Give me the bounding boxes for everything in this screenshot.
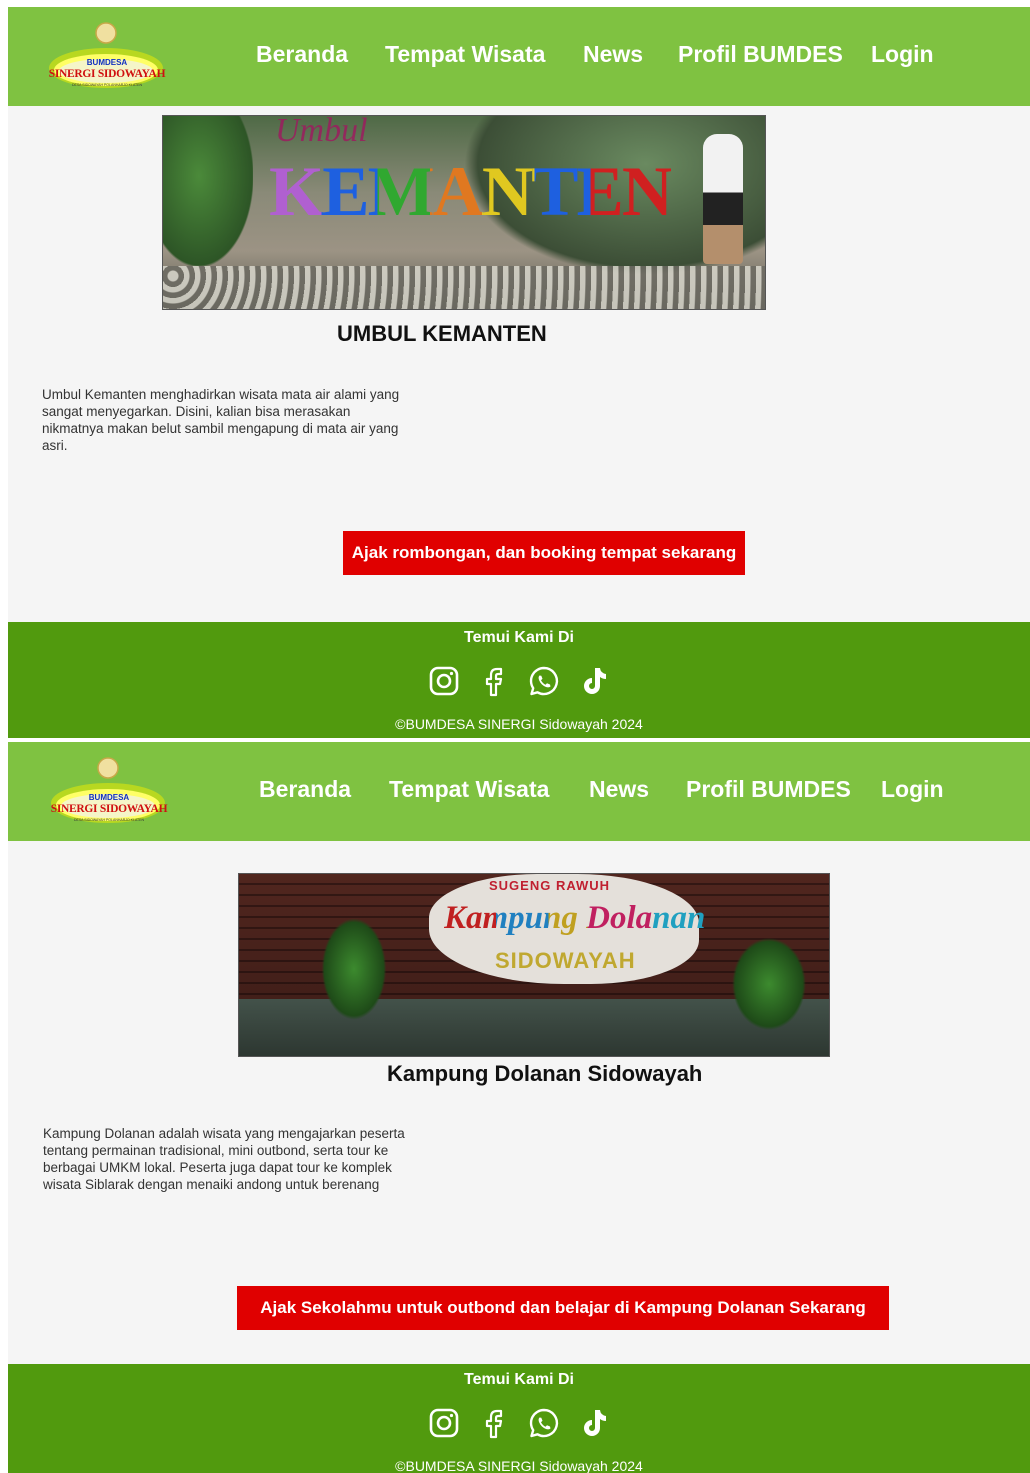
nav-news[interactable]: News (589, 776, 649, 803)
nav-beranda[interactable]: Beranda (256, 41, 348, 68)
tiktok-icon[interactable] (578, 1407, 610, 1439)
sign-sidowayah-text: SIDOWAYAH (495, 948, 636, 973)
nav-profil-bumdes[interactable]: Profil BUMDES (678, 41, 843, 68)
nav-news[interactable]: News (583, 41, 643, 68)
logo-main-text: SINERGI SIDOWAYAH (50, 803, 168, 815)
outbond-cta-button[interactable]: Ajak Sekolahmu untuk outbond dan belajar… (237, 1286, 889, 1330)
facebook-icon[interactable] (478, 1407, 510, 1439)
hero-image-kampung-dolanan: SUGENG RAWUH Kampung Dolanan SIDOWAYAH (238, 873, 830, 1057)
destination-title: UMBUL KEMANTEN (337, 321, 547, 346)
whatsapp-icon[interactable] (528, 1407, 560, 1439)
footer: Temui Kami Di ©BUMDESA SINERGI Sidowayah… (8, 622, 1030, 738)
plant-right (729, 934, 809, 1034)
booking-cta-button[interactable]: Ajak rombongan, dan booking tempat sekar… (343, 531, 745, 575)
nav-tempat-wisata[interactable]: Tempat Wisata (389, 776, 549, 803)
whatsapp-icon[interactable] (528, 665, 560, 697)
tiktok-icon[interactable] (578, 665, 610, 697)
bumdesa-logo[interactable]: BUMDESA SINERGI SIDOWAYAH DESA SIDOWAYAH… (48, 21, 168, 93)
nav-profil-bumdes[interactable]: Profil BUMDES (686, 776, 851, 803)
stone-border (163, 266, 765, 309)
destination-description: Kampung Dolanan adalah wisata yang menga… (43, 1126, 405, 1192)
footer-heading: Temui Kami Di (464, 629, 574, 646)
nav-tempat-wisata[interactable]: Tempat Wisata (385, 41, 545, 68)
logo-top-text: BUMDESA (86, 58, 128, 67)
destination-description: Umbul Kemanten menghadirkan wisata mata … (42, 387, 400, 453)
copyright: ©BUMDESA SINERGI Sidowayah 2024 (395, 1458, 643, 1473)
nav-login[interactable]: Login (871, 41, 934, 68)
hero-image-umbul-kemanten: Umbul KEMANTEN (162, 115, 766, 310)
plant-left (319, 914, 389, 1024)
footer-heading: Temui Kami Di (464, 1371, 574, 1388)
trees-left (163, 116, 253, 266)
logo-sub-text: DESA SIDOWAYAH POLANHARJO KLATEN (71, 83, 143, 87)
footer: Temui Kami Di ©BUMDESA SINERGI Sidowayah… (8, 1364, 1030, 1473)
logo-top-text: BUMDESA (88, 793, 130, 802)
sign-kampung-dolanan-text: Kampung Dolanan (444, 900, 706, 936)
navbar: BUMDESA SINERGI SIDOWAYAH DESA SIDOWAYAH… (8, 7, 1030, 106)
sign-kemanten-text: KEMANTEN (269, 153, 673, 231)
tour-page-umbul-kemanten: BUMDESA SINERGI SIDOWAYAH DESA SIDOWAYAH… (8, 7, 1030, 738)
navbar: BUMDESA SINERGI SIDOWAYAH DESA SIDOWAYAH… (8, 742, 1030, 841)
tour-page-kampung-dolanan: BUMDESA SINERGI SIDOWAYAH DESA SIDOWAYAH… (8, 742, 1030, 1473)
instagram-icon[interactable] (428, 665, 460, 697)
social-icons (8, 1407, 1030, 1439)
logo-main-text: SINERGI SIDOWAYAH (48, 68, 166, 80)
instagram-icon[interactable] (428, 1407, 460, 1439)
copyright: ©BUMDESA SINERGI Sidowayah 2024 (395, 716, 643, 732)
social-icons (8, 665, 1030, 697)
visitor-figure (703, 134, 743, 264)
sign-umbul-text: Umbul (275, 115, 368, 149)
sign-sugeng-rawuh-text: SUGENG RAWUH (489, 878, 611, 893)
destination-title: Kampung Dolanan Sidowayah (387, 1061, 703, 1086)
bumdesa-logo[interactable]: BUMDESA SINERGI SIDOWAYAH DESA SIDOWAYAH… (50, 756, 170, 828)
facebook-icon[interactable] (478, 665, 510, 697)
logo-sub-text: DESA SIDOWAYAH POLANHARJO KLATEN (73, 818, 145, 822)
nav-login[interactable]: Login (881, 776, 944, 803)
nav-beranda[interactable]: Beranda (259, 776, 351, 803)
